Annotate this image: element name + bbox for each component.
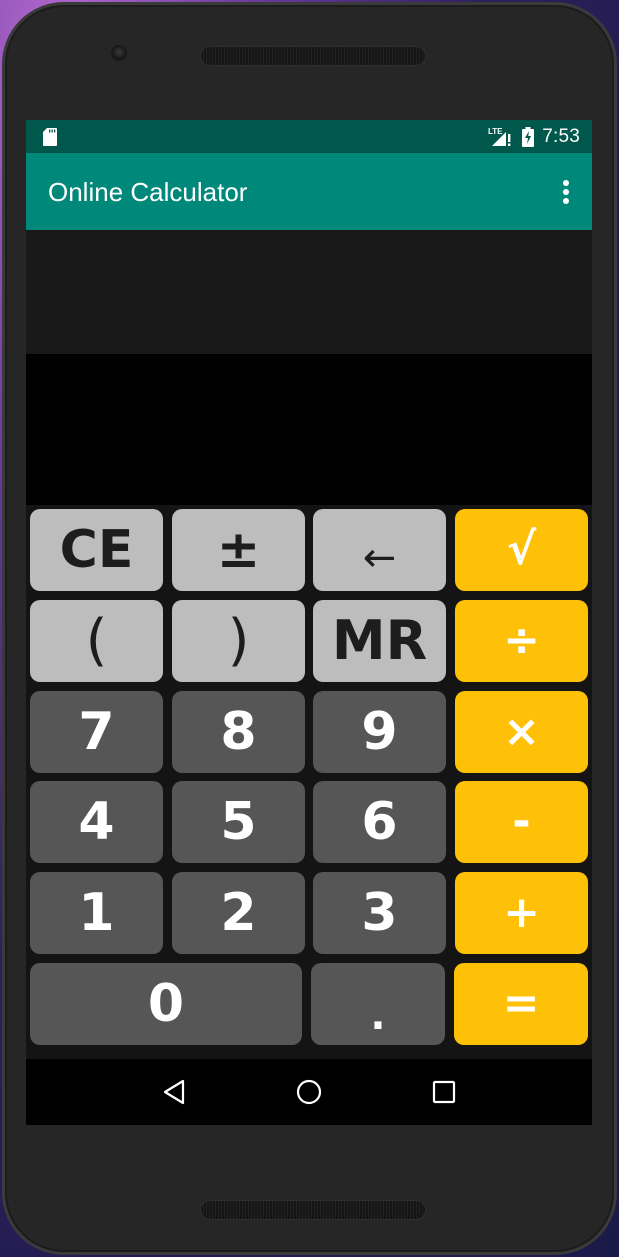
backspace-button[interactable]: ← [313,509,446,591]
device-screen: LTE 7:53 Online Calculator CE ± ← √ () … [26,120,592,1125]
status-bar: LTE 7:53 [26,120,592,153]
subtract-button[interactable]: - [455,781,588,863]
digit-6-button[interactable]: 6 [313,781,446,863]
signal-no-data-icon: LTE [488,127,511,146]
memory-recall-button[interactable]: MR [313,600,446,682]
app-title: Online Calculator [48,177,248,207]
battery-charging-icon [522,126,535,147]
status-clock: 7:53 [542,125,580,147]
decimal-point-button[interactable]: . [311,963,445,1045]
digit-9-button[interactable]: 9 [313,691,446,773]
home-circle-icon[interactable] [294,1077,324,1107]
open-paren-button[interactable]: ( [30,600,163,682]
digit-4-button[interactable]: 4 [30,781,163,863]
more-vert-icon[interactable] [558,177,574,207]
keypad: CE ± ← √ ( ) MR ÷ 7 8 9 × 4 5 6 - 1 2 3 … [26,505,592,1059]
sd-card-icon [43,128,57,146]
digit-7-button[interactable]: 7 [30,691,163,773]
digit-2-button[interactable]: 2 [172,872,305,954]
status-icons: LTE 7:53 [488,120,580,153]
digit-8-button[interactable]: 8 [172,691,305,773]
equals-button[interactable]: = [454,963,588,1045]
front-camera [111,45,127,61]
recents-square-icon[interactable] [429,1077,459,1107]
result-display [26,354,592,505]
backspace-arrow-icon: ← [362,535,397,581]
digit-3-button[interactable]: 3 [313,872,446,954]
digit-0-button[interactable]: 0 [30,963,302,1045]
square-root-button[interactable]: √ [455,509,588,591]
back-triangle-icon[interactable] [159,1077,189,1107]
digit-1-button[interactable]: 1 [30,872,163,954]
divide-button[interactable]: ÷ [455,600,588,682]
earpiece-speaker [200,46,426,66]
multiply-button[interactable]: × [455,691,588,773]
bottom-speaker [200,1200,426,1220]
close-paren-button[interactable]: ) [172,600,305,682]
svg-text:LTE: LTE [488,127,503,136]
digit-5-button[interactable]: 5 [172,781,305,863]
app-bar: Online Calculator [26,153,592,230]
add-button[interactable]: + [455,872,588,954]
expression-display [26,230,592,354]
plus-minus-button[interactable]: ± [172,509,305,591]
navigation-bar [26,1059,592,1125]
clear-entry-button[interactable]: CE [30,509,163,591]
